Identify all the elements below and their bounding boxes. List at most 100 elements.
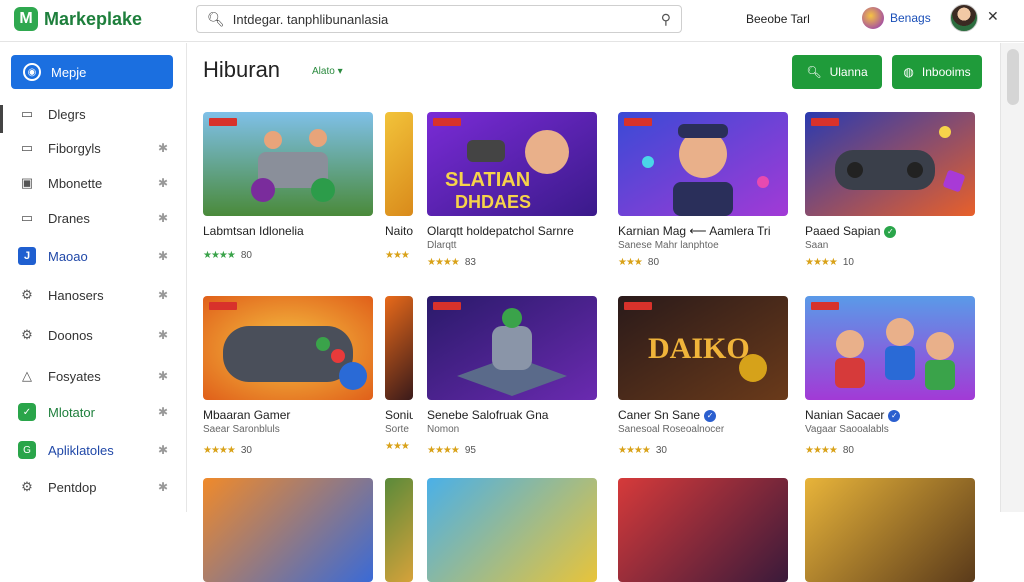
scrollbar[interactable] [1000,43,1024,512]
app-title: Markeplake [44,8,143,29]
app-card[interactable]: Nanian Sacaer ✓ Vagaar Saooalabls ★★★★ 80 [805,296,975,456]
sidebar-item-mbonette[interactable]: ▣ Mbonette ✱ [18,172,178,194]
card-thumbnail[interactable] [805,112,975,216]
account-chip[interactable]: Benags [862,7,931,29]
search-input[interactable] [232,11,661,27]
star-rating-icon: ★★★ [618,257,643,268]
search-submit-icon[interactable]: ⚲ [661,11,671,28]
card-thumbnail[interactable] [203,112,373,216]
card-title: Olarqtt holdepatchol Sarnre [427,224,574,238]
pin-icon[interactable]: ✱ [158,405,168,419]
sidebar-primary-button[interactable]: ◉ Mepje [11,55,173,89]
search-button[interactable]: 🔍︎ Ulanna [792,55,882,89]
rating-value: 30 [240,445,252,456]
card-subtitle: Saear Saronbluls [203,424,280,435]
card-thumbnail[interactable] [385,112,413,216]
app-card[interactable] [805,478,975,582]
sidebar-item-fiborgyls[interactable]: ▭ Fiborgyls ✱ [18,137,178,159]
header-link[interactable]: Beeobe Tarl [746,12,810,26]
g-badge-icon: G [18,441,36,459]
rating-value: 80 [842,445,854,456]
sidebar-item-label: Doonos [48,327,93,343]
cart-button[interactable]: ◍ Inbooims [892,55,982,89]
card-thumbnail[interactable] [805,296,975,400]
scrollbar-thumb[interactable] [1007,49,1019,105]
card-thumbnail[interactable]: DAIKO [618,296,788,400]
rating-value: 10 [842,257,854,268]
app-card[interactable]: Senebe Salofruak Gna Nomon ★★★★ 95 [427,296,597,456]
sidebar-item-label: Dlegrs [48,106,86,122]
gear-icon: ⚙ [21,327,33,342]
card-thumbnail[interactable]: SLATIAN DHDAES [427,112,597,216]
app-card[interactable] [427,478,597,582]
app-card-partial[interactable]: Soniu Sorte ★★★ [385,296,413,452]
sidebar-item-label: Mbonette [48,175,103,191]
card-thumbnail[interactable] [385,478,413,582]
close-icon[interactable]: ✕ [987,8,999,25]
sidebar-item-maoao[interactable]: J Maoao ✱ [18,245,178,267]
star-rating-icon: ★★★★ [805,257,838,268]
pin-icon[interactable]: ✱ [158,288,168,302]
app-card-partial[interactable]: Naito ★★★ [385,112,413,261]
app-card-partial[interactable] [385,478,413,582]
sidebar-item-label: Fosyates [48,368,101,384]
app-logo[interactable]: M Markeplake [14,7,142,31]
card-rating: ★★★★ 30 [203,445,373,456]
hero-artwork [618,112,788,216]
app-card[interactable]: SLATIAN DHDAES Olarqtt holdepatchol Sarn… [427,112,597,268]
sidebar-item-hanosers[interactable]: ⚙ Hanosers ✱ [18,284,178,306]
app-card[interactable]: Mbaaran Gamer Saear Saronbluls ★★★★ 30 [203,296,373,456]
star-rating-icon: ★★★★ [618,445,651,456]
chip-avatar-icon [862,7,884,29]
pin-icon[interactable]: ✱ [158,249,168,263]
card-thumbnail[interactable] [805,478,975,582]
pin-icon[interactable]: ✱ [158,369,168,383]
daiko-artwork: DAIKO [618,296,788,400]
app-card[interactable]: Karnian Mag ⟵ Aamlera Tri Sanese Mahr la… [618,112,788,268]
card-thumbnail[interactable] [203,478,373,582]
card-thumbnail[interactable] [427,296,597,400]
sidebar-item-doonos[interactable]: ⚙ Doonos ✱ [18,324,178,346]
pin-icon[interactable]: ✱ [158,141,168,155]
card-title: Soniu [385,408,413,422]
card-thumbnail[interactable] [618,112,788,216]
app-card[interactable]: Labmtsan Idlonelia ★★★★ 80 [203,112,373,261]
triangle-icon: △ [22,368,32,383]
app-card[interactable]: Paaed Sapian ✓ Saan ★★★★ 10 [805,112,975,268]
pin-icon[interactable]: ✱ [158,480,168,494]
sidebar-item-fosyates[interactable]: △ Fosyates ✱ [18,365,178,387]
j-badge-icon: J [18,247,36,265]
pin-icon[interactable]: ✱ [158,443,168,457]
active-indicator [0,105,3,133]
gamepad-artwork [203,296,373,400]
slatian-artwork: SLATIAN DHDAES [427,112,597,216]
sidebar-item-apliklatoles[interactable]: G Apliklatoles ✱ [18,439,178,461]
sidebar-item-mlotator[interactable]: ✓ Mlotator ✱ [18,401,178,423]
verified-badge-icon: ✓ [888,409,901,422]
card-thumbnail[interactable] [427,478,597,582]
car-artwork [203,112,373,216]
card-tag [209,302,237,310]
card-thumbnail[interactable] [385,296,413,400]
top-bar: M Markeplake 🔍︎ ⚲ Beeobe Tarl Benags ✕ [0,0,1024,42]
sidebar-item-dranes[interactable]: ▭ Dranes ✱ [18,207,178,229]
sort-dropdown[interactable]: Alato ▾ [312,66,343,77]
sidebar-item-pentdop[interactable]: ⚙ Pentdop ✱ [18,476,178,498]
pin-icon[interactable]: ✱ [158,211,168,225]
card-title: Naito [385,224,413,238]
app-card[interactable] [203,478,373,582]
user-avatar[interactable] [950,4,978,32]
app-card[interactable]: DAIKO Caner Sn Sane ✓ Sanesoal Roseoalnoc… [618,296,788,456]
sidebar-item-label: Maoao [48,248,88,264]
app-card[interactable] [618,478,788,582]
card-title: Mbaaran Gamer [203,408,291,422]
pin-icon[interactable]: ✱ [158,328,168,342]
search-bar[interactable]: 🔍︎ ⚲ [196,5,682,33]
card-tag [624,302,652,310]
card-thumbnail[interactable] [618,478,788,582]
sidebar-item-dlegrs[interactable]: ▭ Dlegrs [18,103,178,125]
card-thumbnail[interactable] [203,296,373,400]
star-rating-icon: ★★★★ [427,445,460,456]
card-tag [811,302,839,310]
pin-icon[interactable]: ✱ [158,176,168,190]
